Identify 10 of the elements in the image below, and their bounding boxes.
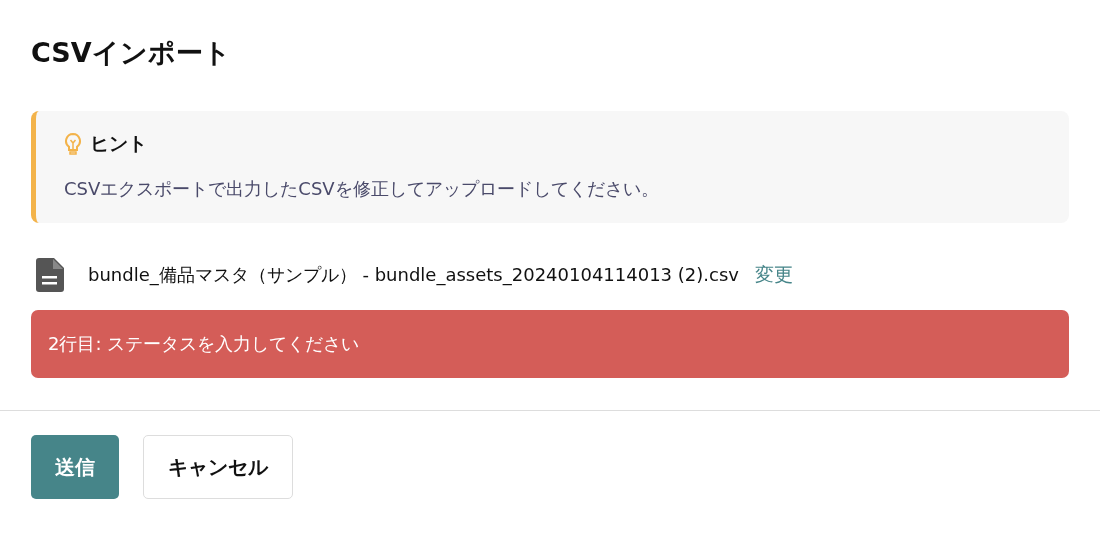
- lightbulb-icon: [64, 132, 82, 156]
- submit-button[interactable]: 送信: [31, 435, 119, 499]
- error-message: 2行目: ステータスを入力してください: [31, 310, 1069, 378]
- change-link[interactable]: 変更: [754, 262, 793, 288]
- hint-heading: ヒント: [90, 131, 147, 156]
- hint-text: CSVエクスポートで出力したCSVを修正してアップロードしてください。: [64, 177, 660, 201]
- dialog-title: CSVインポート: [31, 36, 232, 70]
- file-name: bundle_備品マスタ（サンプル） - bundle_assets_20240104114013 (2).csv: [88, 263, 739, 287]
- cancel-button[interactable]: キャンセル: [143, 435, 293, 499]
- document-icon: [36, 258, 64, 292]
